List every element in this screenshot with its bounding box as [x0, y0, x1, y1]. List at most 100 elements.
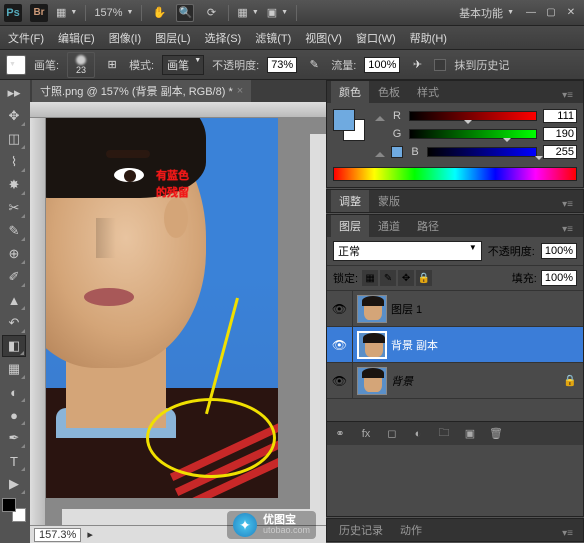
opacity-input[interactable]: 73% [267, 57, 297, 73]
type-tool[interactable]: T [2, 450, 26, 472]
adjustment-layer-icon[interactable]: ◐ [409, 425, 427, 443]
brush-panel-toggle-icon[interactable]: ⊞ [103, 56, 121, 74]
visibility-toggle-icon[interactable]: 👁 [327, 291, 353, 326]
g-slider[interactable] [409, 129, 537, 139]
visibility-toggle-icon[interactable]: 👁 [327, 327, 353, 362]
layer-style-icon[interactable]: fx [357, 425, 375, 443]
layer-thumbnail[interactable] [357, 367, 387, 395]
color-spectrum[interactable] [333, 167, 577, 181]
rotate-view-icon[interactable]: ⟳ [202, 4, 220, 22]
canvas[interactable]: 有蓝色 的残留 [46, 118, 326, 525]
r-input[interactable]: 111 [543, 109, 577, 123]
close-tab-icon[interactable]: × [237, 85, 243, 97]
history-brush-tool[interactable]: ↶ [2, 312, 26, 334]
tab-masks[interactable]: 蒙版 [370, 190, 408, 212]
brush-tool[interactable]: ✐ [2, 266, 26, 288]
menu-help[interactable]: 帮助(H) [410, 30, 447, 46]
tab-color[interactable]: 颜色 [331, 81, 369, 103]
color-swatches[interactable] [2, 498, 26, 522]
menu-filter[interactable]: 滤镜(T) [255, 30, 291, 46]
flow-input[interactable]: 100% [364, 57, 400, 73]
hand-tool-icon[interactable]: ✋ [150, 4, 168, 22]
airbrush-icon[interactable]: ✈ [408, 56, 426, 74]
lock-transparency-icon[interactable]: ▦ [362, 270, 378, 286]
tool-preset-picker[interactable] [6, 55, 26, 75]
quick-select-tool[interactable]: ✸ [2, 174, 26, 196]
layer-row[interactable]: 👁 图层 1 [327, 291, 583, 327]
eraser-tool[interactable]: ◧ [2, 335, 26, 357]
menu-layer[interactable]: 图层(L) [155, 30, 190, 46]
tab-history[interactable]: 历史记录 [331, 519, 391, 541]
blend-mode-select[interactable]: 正常 [333, 241, 482, 261]
b-input[interactable]: 255 [543, 145, 577, 159]
pressure-opacity-icon[interactable]: ✎ [305, 56, 323, 74]
erase-to-history-checkbox[interactable] [434, 59, 446, 71]
layer-mask-icon[interactable]: ◻ [383, 425, 401, 443]
mini-bridge-dropdown[interactable]: ▦ [56, 6, 77, 19]
link-layers-icon[interactable]: ⚭ [331, 425, 349, 443]
tab-swatches[interactable]: 色板 [370, 81, 408, 103]
fill-input[interactable]: 100% [541, 270, 577, 286]
menu-window[interactable]: 窗口(W) [356, 30, 396, 46]
path-select-tool[interactable]: ▶ [2, 473, 26, 495]
menu-image[interactable]: 图像(I) [109, 30, 141, 46]
layer-row[interactable]: 👁 背景 🔒 [327, 363, 583, 399]
menu-file[interactable]: 文件(F) [8, 30, 44, 46]
tab-channels[interactable]: 通道 [370, 215, 408, 237]
move-tool[interactable]: ✥ [2, 105, 26, 127]
lock-pixels-icon[interactable]: ✎ [380, 270, 396, 286]
ruler-vertical[interactable] [30, 118, 46, 525]
r-slider[interactable] [409, 111, 537, 121]
tab-layers[interactable]: 图层 [331, 215, 369, 237]
panel-menu-icon[interactable]: ▾≡ [556, 222, 579, 237]
panel-menu-icon[interactable]: ▾≡ [556, 197, 579, 212]
screen-mode-dropdown[interactable]: ▣ [267, 6, 288, 19]
layer-name[interactable]: 背景 副本 [391, 337, 583, 353]
maximize-button[interactable]: ▢ [542, 6, 560, 20]
lasso-tool[interactable]: ⌇ [2, 151, 26, 173]
blend-mode-select[interactable]: 画笔 [162, 55, 204, 75]
menu-view[interactable]: 视图(V) [305, 30, 342, 46]
marquee-tool[interactable]: ◫ [2, 128, 26, 150]
pen-tool[interactable]: ✒ [2, 427, 26, 449]
delete-layer-icon[interactable]: 🗑 [487, 425, 505, 443]
layer-name[interactable]: 背景 [391, 373, 563, 389]
b-slider[interactable] [427, 147, 537, 157]
layer-row[interactable]: 👁 背景 副本 [327, 327, 583, 363]
g-input[interactable]: 190 [543, 127, 577, 141]
dodge-tool[interactable]: ● [2, 404, 26, 426]
healing-tool[interactable]: ⊕ [2, 243, 26, 265]
color-swatch[interactable] [333, 109, 365, 141]
lock-all-icon[interactable]: 🔒 [416, 270, 432, 286]
workspace-dropdown[interactable]: 基本功能 [459, 5, 514, 21]
panel-menu-icon[interactable]: ▾≡ [556, 526, 579, 541]
brush-preset-picker[interactable]: 23 [67, 52, 95, 78]
menu-edit[interactable]: 编辑(E) [58, 30, 95, 46]
zoom-status[interactable]: 157.3% [34, 528, 81, 542]
lock-position-icon[interactable]: ✥ [398, 270, 414, 286]
status-chevron-icon[interactable]: ▸ [87, 528, 93, 541]
blur-tool[interactable]: ◐ [2, 381, 26, 403]
tab-adjustments[interactable]: 调整 [331, 190, 369, 212]
arrange-docs-dropdown[interactable]: ▦ [237, 6, 258, 19]
layer-name[interactable]: 图层 1 [391, 301, 583, 317]
panel-menu-icon[interactable]: ▾≡ [556, 88, 579, 103]
minimize-button[interactable]: — [522, 6, 540, 20]
tab-styles[interactable]: 样式 [409, 81, 447, 103]
ruler-horizontal[interactable] [30, 102, 326, 118]
zoom-tool-icon[interactable]: 🔍 [176, 4, 194, 22]
crop-tool[interactable]: ✂ [2, 197, 26, 219]
foreground-color[interactable] [2, 498, 16, 512]
close-button[interactable]: ✕ [562, 6, 580, 20]
bridge-logo[interactable]: Br [30, 4, 48, 22]
gradient-tool[interactable]: ▦ [2, 358, 26, 380]
tab-actions[interactable]: 动作 [392, 519, 430, 541]
document-tab[interactable]: 寸照.png @ 157% (背景 副本, RGB/8) * × [32, 80, 251, 102]
stamp-tool[interactable]: ▲ [2, 289, 26, 311]
layer-thumbnail[interactable] [357, 331, 387, 359]
scrollbar-vertical[interactable] [310, 134, 326, 509]
layer-opacity-input[interactable]: 100% [541, 243, 577, 259]
zoom-dropdown[interactable]: 157% [94, 7, 133, 19]
visibility-toggle-icon[interactable]: 👁 [327, 363, 353, 398]
layer-thumbnail[interactable] [357, 295, 387, 323]
